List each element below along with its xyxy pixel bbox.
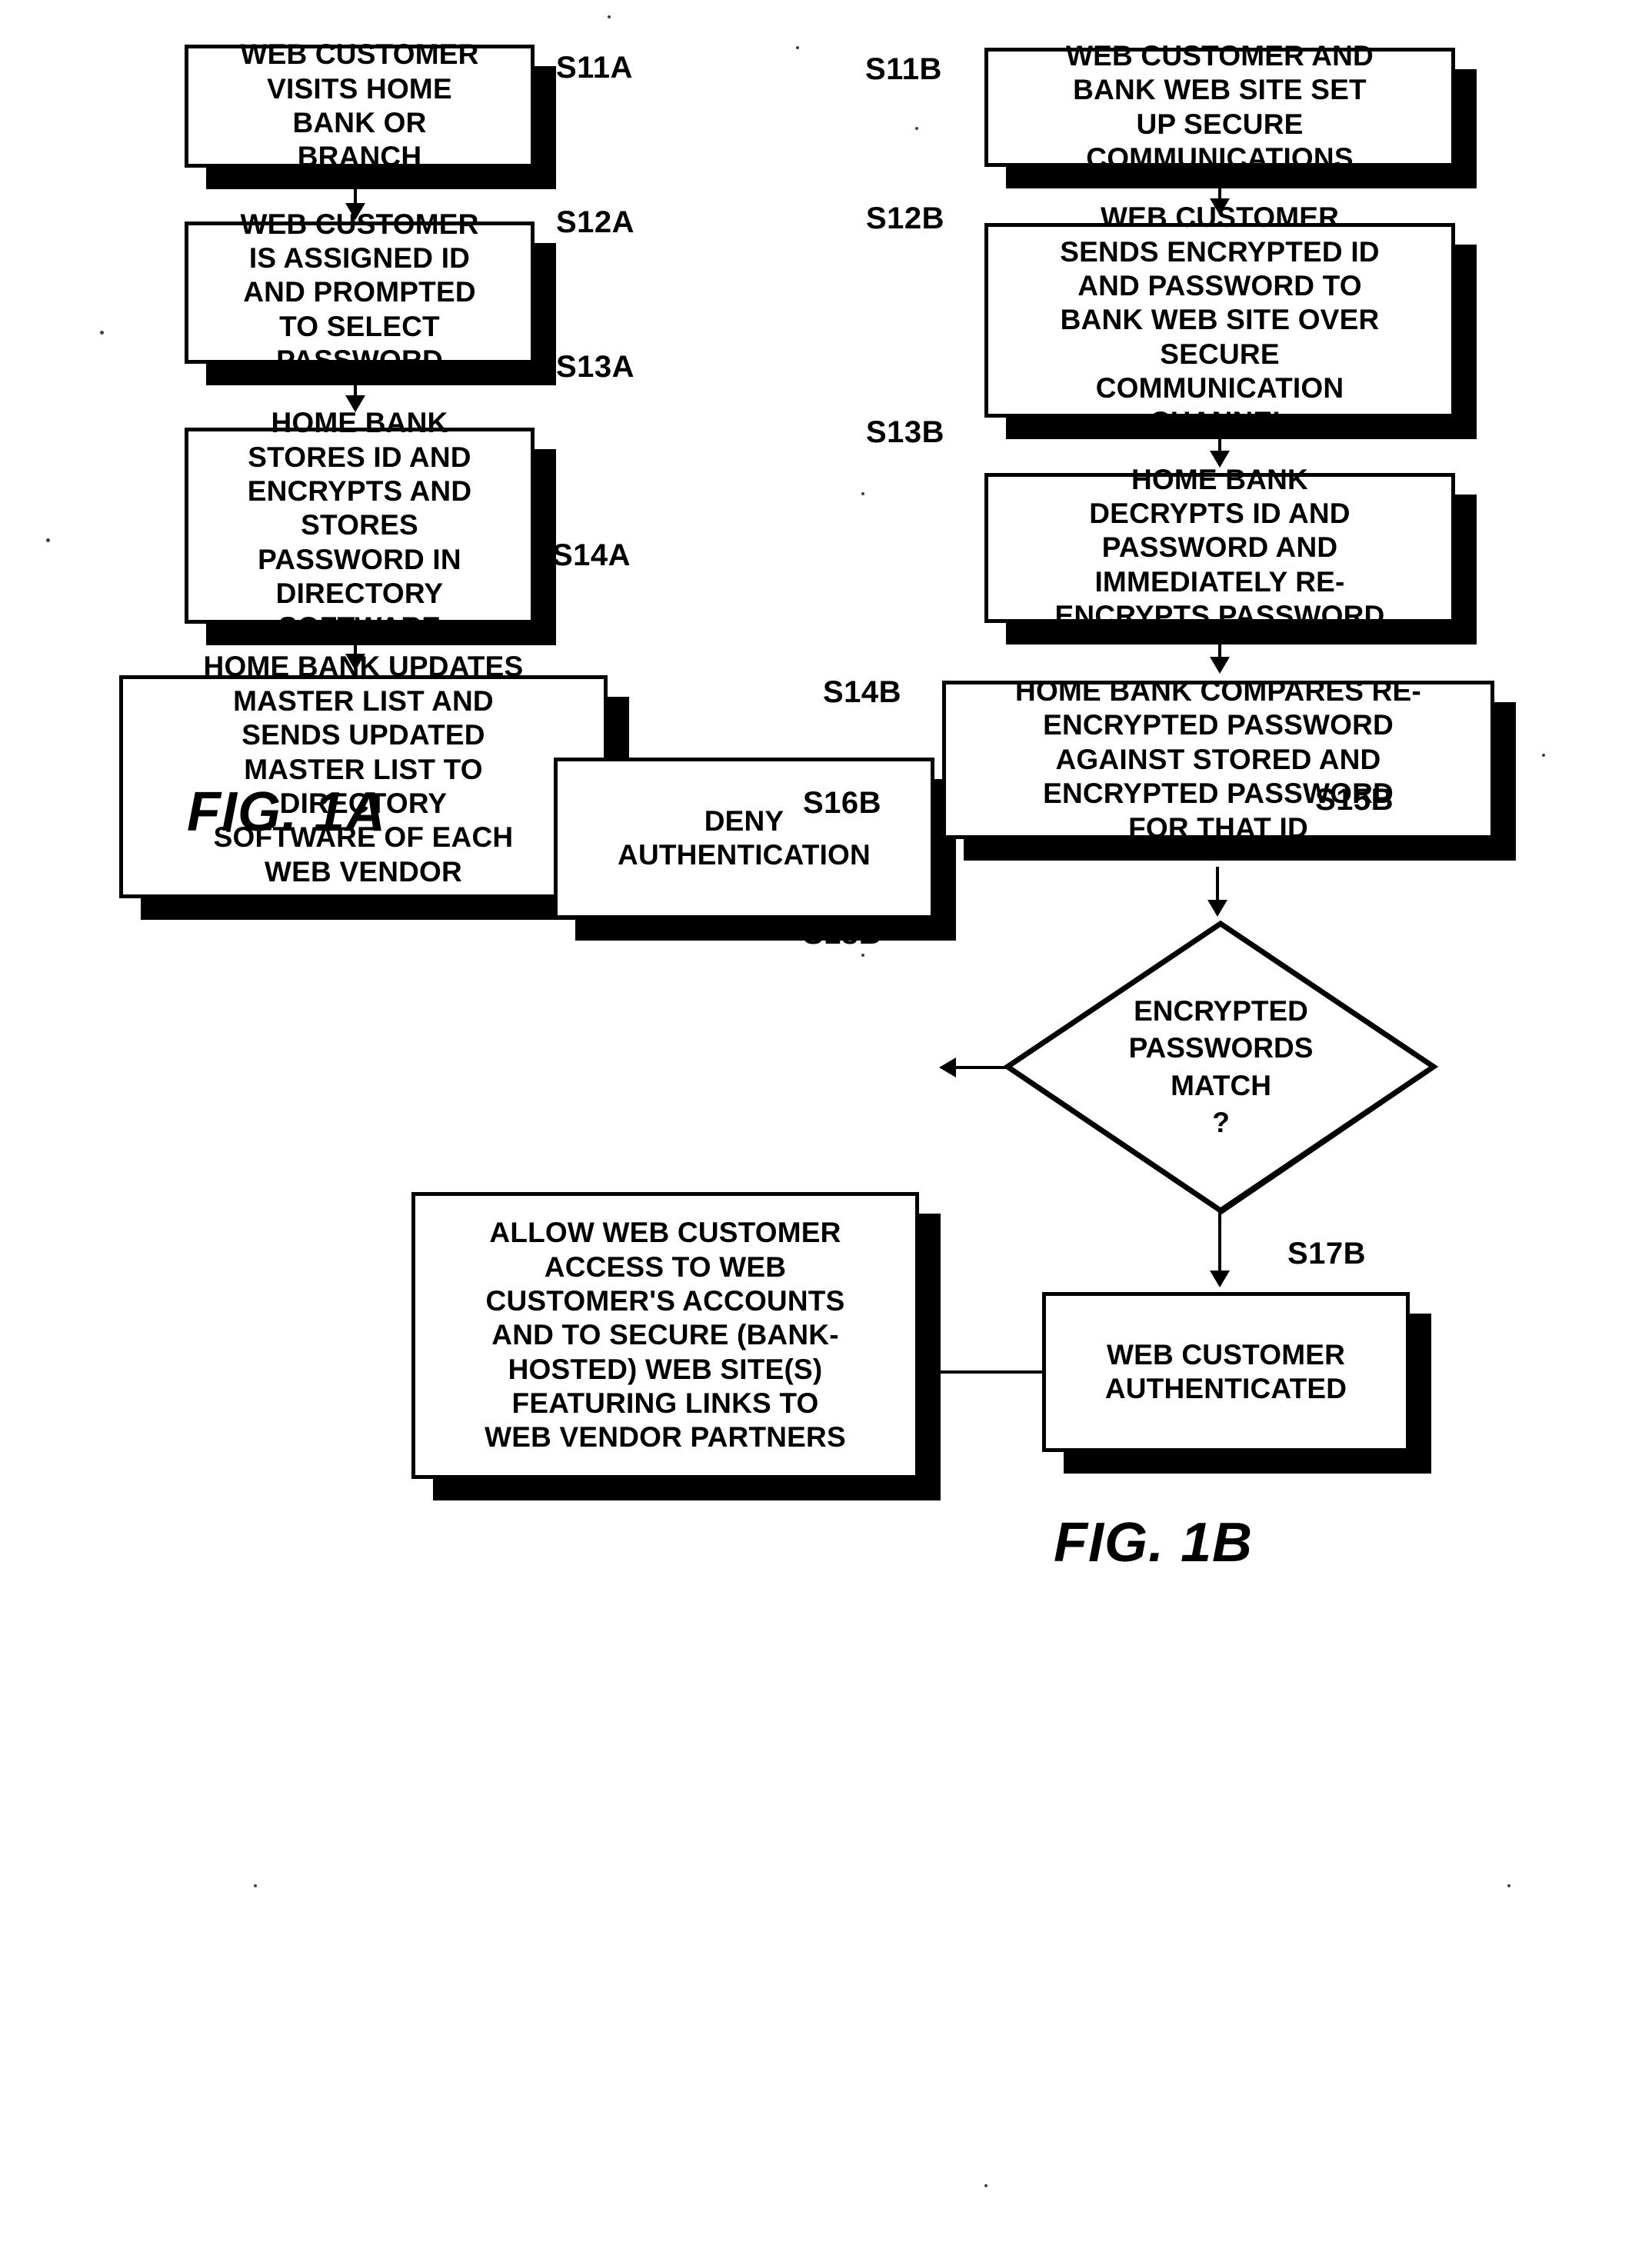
node-s13b-label: HOME BANK DECRYPTS ID AND PASSWORD AND I… xyxy=(1054,463,1385,632)
node-s18b: ALLOW WEB CUSTOMER ACCESS TO WEB CUSTOME… xyxy=(411,1192,919,1479)
connector-s15b-s17b xyxy=(1218,1212,1221,1277)
node-s14b: HOME BANK COMPARES RE- ENCRYPTED PASSWOR… xyxy=(942,675,1494,844)
step-ref-s14b: S14B xyxy=(823,675,902,709)
step-ref-s11a: S11A xyxy=(556,51,633,85)
step-ref-s11b: S11B xyxy=(865,52,942,86)
node-s12a: WEB CUSTOMER IS ASSIGNED ID AND PROMPTED… xyxy=(185,208,535,376)
step-ref-s12b: S12B xyxy=(866,201,945,235)
node-s18b-label: ALLOW WEB CUSTOMER ACCESS TO WEB CUSTOME… xyxy=(485,1217,846,1454)
node-s11a: WEB CUSTOMER VISITS HOME BANK OR BRANCH xyxy=(185,38,535,172)
node-s17b-label: WEB CUSTOMER AUTHENTICATED xyxy=(1104,1338,1347,1404)
step-ref-s15b: S15B xyxy=(1315,783,1394,817)
arrowhead-s15b-s16b xyxy=(939,1057,956,1077)
arrowhead-s17b-s18b xyxy=(924,1362,941,1382)
arrowhead-s13b-s14b xyxy=(1210,657,1230,674)
step-ref-s18b: S18B xyxy=(803,917,882,951)
node-s12b-label: WEB CUSTOMER SENDS ENCRYPTED ID AND PASS… xyxy=(1060,201,1380,438)
step-ref-s13b: S13B xyxy=(866,415,945,449)
step-ref-s17b: S17B xyxy=(1287,1237,1367,1271)
node-s15b: ENCRYPTED PASSWORDS MATCH ? xyxy=(1004,919,1438,1215)
step-ref-s13a: S13A xyxy=(556,350,635,384)
node-s13b: HOME BANK DECRYPTS ID AND PASSWORD AND I… xyxy=(984,464,1455,631)
node-s13a-label: HOME BANK STORES ID AND ENCRYPTS AND STO… xyxy=(247,407,472,644)
step-ref-s12a: S12A xyxy=(556,205,635,239)
diamond-shape-icon xyxy=(1004,920,1438,1215)
node-s11a-label: WEB CUSTOMER VISITS HOME BANK OR BRANCH xyxy=(240,38,479,173)
connector-s17b-s18b xyxy=(941,1370,1042,1374)
node-s14b-label: HOME BANK COMPARES RE- ENCRYPTED PASSWOR… xyxy=(1015,675,1421,844)
node-s11b-label: WEB CUSTOMER AND BANK WEB SITE SET UP SE… xyxy=(1066,39,1374,174)
node-s12a-label: WEB CUSTOMER IS ASSIGNED ID AND PROMPTED… xyxy=(240,208,479,377)
arrowhead-s15b-s17b xyxy=(1210,1271,1230,1287)
figure-caption-1a: FIG. 1A xyxy=(187,781,387,843)
patent-figure-sheet: WEB CUSTOMER VISITS HOME BANK OR BRANCH … xyxy=(0,0,1632,2268)
figure-caption-1b: FIG. 1B xyxy=(1054,1512,1254,1574)
step-ref-s16b: S16B xyxy=(803,786,882,820)
node-s17b: WEB CUSTOMER AUTHENTICATED xyxy=(1042,1292,1410,1452)
arrowhead-s14b-s15b xyxy=(1207,900,1227,917)
node-s11b: WEB CUSTOMER AND BANK WEB SITE SET UP SE… xyxy=(984,40,1455,174)
node-s13a: HOME BANK STORES ID AND ENCRYPTS AND STO… xyxy=(185,407,535,643)
node-s16b: DENY AUTHENTICATION xyxy=(554,758,934,919)
step-ref-s14a: S14A xyxy=(552,538,631,572)
node-s12b: WEB CUSTOMER SENDS ENCRYPTED ID AND PASS… xyxy=(984,201,1455,438)
